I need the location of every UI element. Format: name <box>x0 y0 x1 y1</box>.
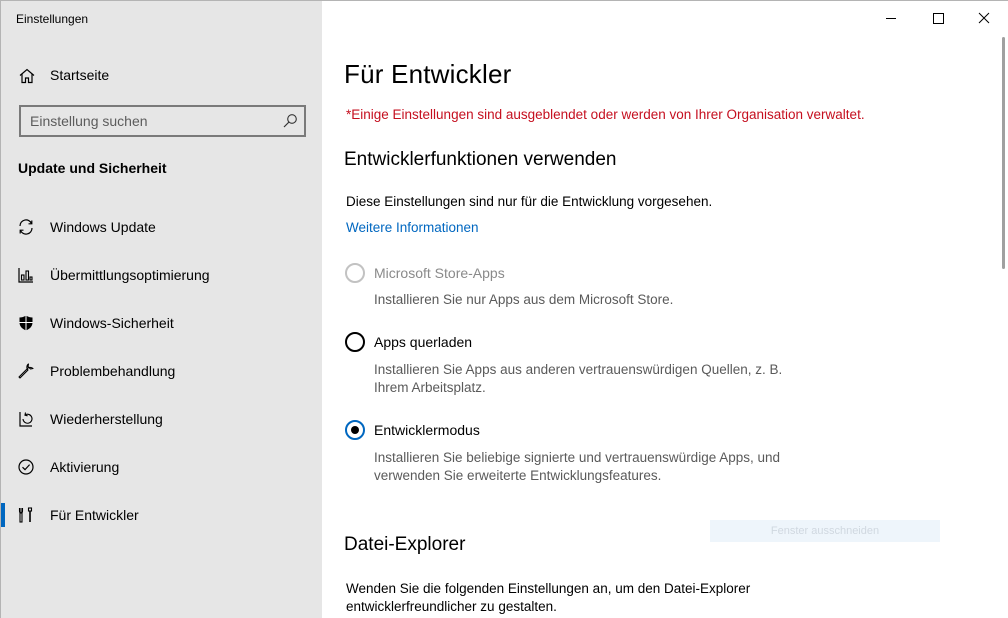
sidebar: Einstellungen Startseite Update und Sich… <box>1 1 322 618</box>
radio-store-apps-description: Installieren Sie nur Apps aus dem Micros… <box>374 292 674 307</box>
policy-warning: *Einige Einstellungen sind ausgeblendet … <box>346 107 865 122</box>
window-title: Einstellungen <box>16 12 89 26</box>
radio-developer-mode[interactable] <box>345 420 365 440</box>
explorer-section-heading: Datei-Explorer <box>344 534 466 555</box>
delivery-optimization-icon <box>18 268 33 283</box>
sidebar-item-recovery[interactable]: Wiederherstellung <box>1 395 322 443</box>
sidebar-section-title: Update und Sicherheit <box>18 160 167 176</box>
developer-tools-icon <box>18 507 33 523</box>
search-box <box>19 105 306 137</box>
sidebar-item-label: Aktivierung <box>50 459 120 475</box>
sidebar-item-label: Problembehandlung <box>50 363 176 379</box>
dev-section-heading: Entwicklerfunktionen verwenden <box>344 149 617 170</box>
sidebar-nav: Windows Update Übermittlungsoptimierung … <box>1 203 322 539</box>
explorer-section-intro: Wenden Sie die folgenden Einstellungen a… <box>346 581 751 614</box>
sidebar-item-activation[interactable]: Aktivierung <box>1 443 322 491</box>
radio-store-apps-label[interactable]: Microsoft Store-Apps <box>374 265 505 281</box>
sidebar-item-windows-update[interactable]: Windows Update <box>1 203 322 251</box>
minimize-button[interactable] <box>868 1 914 35</box>
radio-sideload-apps[interactable] <box>345 332 365 352</box>
search-input[interactable] <box>21 107 271 135</box>
sidebar-item-delivery-optimization[interactable]: Übermittlungsoptimierung <box>1 251 322 299</box>
sidebar-item-troubleshoot[interactable]: Problembehandlung <box>1 347 322 395</box>
radio-developer-mode-description: Installieren Sie beliebige signierte und… <box>374 450 781 483</box>
radio-developer-mode-label[interactable]: Entwicklermodus <box>374 422 480 438</box>
radio-sideload-apps-label[interactable]: Apps querladen <box>374 334 472 350</box>
radio-store-apps[interactable] <box>345 263 365 283</box>
recovery-icon <box>19 412 33 427</box>
main-content: Für Entwickler *Einige Einstellungen sin… <box>322 1 1008 618</box>
check-circle-icon <box>18 459 34 475</box>
minimize-icon <box>886 18 896 19</box>
home-icon <box>19 68 35 84</box>
sync-icon <box>19 219 33 235</box>
shield-icon <box>19 315 33 331</box>
scrollbar[interactable] <box>1002 37 1005 269</box>
settings-window: Einstellungen Startseite Update und Sich… <box>0 0 1008 618</box>
sidebar-item-label: Übermittlungsoptimierung <box>50 267 210 283</box>
active-indicator <box>1 503 5 527</box>
wrench-icon <box>18 363 34 379</box>
maximize-icon <box>933 13 944 24</box>
sidebar-item-developers[interactable]: Für Entwickler <box>1 491 322 539</box>
sidebar-home-link[interactable]: Startseite <box>1 57 322 93</box>
page-title: Für Entwickler <box>344 59 512 89</box>
dev-section-intro: Diese Einstellungen sind nur für die Ent… <box>346 194 713 209</box>
snip-window-overlay[interactable]: Fenster ausschneiden <box>710 520 940 542</box>
sidebar-item-label: Windows Update <box>50 219 156 235</box>
close-icon <box>978 12 990 24</box>
sidebar-item-label: Für Entwickler <box>50 507 139 523</box>
sidebar-home-label: Startseite <box>50 67 110 83</box>
sidebar-item-label: Windows-Sicherheit <box>50 315 174 331</box>
sidebar-item-label: Wiederherstellung <box>50 411 163 427</box>
sidebar-item-windows-security[interactable]: Windows-Sicherheit <box>1 299 322 347</box>
radio-sideload-apps-description: Installieren Sie Apps aus anderen vertra… <box>374 362 783 395</box>
more-info-link[interactable]: Weitere Informationen <box>346 220 479 235</box>
search-icon[interactable] <box>282 113 298 129</box>
maximize-button[interactable] <box>915 1 961 35</box>
close-button[interactable] <box>961 1 1007 35</box>
